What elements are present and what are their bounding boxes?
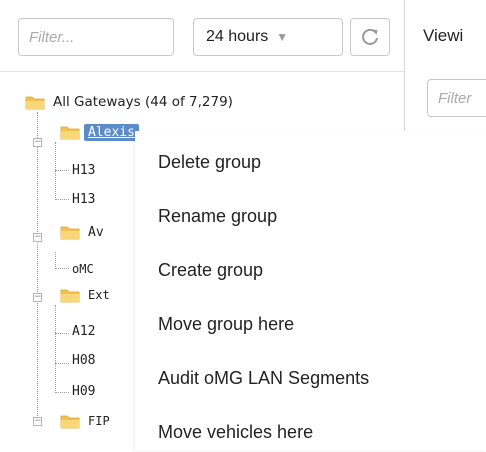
tree-connector — [55, 333, 69, 334]
tree-group-label: Alexis — [84, 123, 139, 141]
group-context-menu: Delete group Rename group Create group M… — [135, 131, 486, 451]
menu-item-move-group-here[interactable]: Move group here — [158, 304, 294, 344]
viewing-title: Viewi — [423, 26, 464, 45]
tree-vehicle-h09[interactable]: H09 — [72, 381, 95, 401]
tree-connector — [55, 305, 56, 393]
menu-item-delete-group[interactable]: Delete group — [158, 142, 261, 182]
toolbar-separator — [0, 71, 404, 72]
collapse-icon[interactable]: − — [33, 138, 42, 147]
tree-connector — [55, 142, 56, 200]
tree-vehicle-omc[interactable]: oMC — [72, 259, 94, 279]
tree-vehicle-label: H13 — [72, 191, 96, 207]
time-period-select[interactable]: 24 hours ▼ — [193, 18, 343, 56]
gateway-filter-input[interactable] — [18, 18, 174, 56]
collapse-icon[interactable]: − — [33, 293, 42, 302]
menu-item-rename-group[interactable]: Rename group — [158, 196, 277, 236]
menu-item-create-group[interactable]: Create group — [158, 250, 263, 290]
tree-vehicle-label: A12 — [72, 323, 96, 339]
tree-vehicle-label: H08 — [72, 352, 96, 368]
menu-item-audit-lan-segments[interactable]: Audit oMG LAN Segments — [158, 358, 369, 398]
tree-connector — [55, 268, 69, 269]
collapse-icon[interactable]: − — [33, 233, 42, 242]
tree-root-all-gateways[interactable]: All Gateways (44 of 7,279) — [25, 92, 233, 112]
time-period-value: 24 hours — [206, 28, 269, 45]
folder-open-icon — [25, 96, 45, 110]
refresh-button[interactable] — [350, 18, 390, 56]
tree-connector — [55, 170, 69, 171]
tree-group-label: Ext — [88, 288, 110, 302]
tree-vehicle-label: H13 — [72, 162, 96, 178]
tree-connector — [55, 252, 56, 269]
tree-vehicle-a12[interactable]: A12 — [72, 321, 95, 341]
tree-group-label: FIP — [88, 414, 110, 428]
refresh-icon — [362, 28, 378, 45]
tree-group-label: Av — [88, 224, 104, 240]
tree-vehicle-label: H09 — [72, 383, 96, 399]
tree-vehicle-label: oMC — [72, 262, 94, 276]
tree-group-alexis[interactable]: Alexis — [60, 122, 139, 142]
tree-group-ext[interactable]: Ext — [60, 285, 110, 305]
tree-group-fip[interactable]: FIP — [60, 411, 110, 431]
folder-open-icon — [60, 126, 80, 140]
menu-item-move-vehicles-here[interactable]: Move vehicles here — [158, 412, 313, 452]
tree-connector — [55, 363, 69, 364]
tree-connector — [37, 112, 38, 422]
tree-group-av[interactable]: Av — [60, 222, 104, 242]
tree-root-label: All Gateways (44 of 7,279) — [53, 94, 233, 110]
tree-connector — [55, 199, 69, 200]
tree-connector — [55, 392, 69, 393]
collapse-icon[interactable]: − — [33, 417, 42, 426]
folder-open-icon — [60, 289, 80, 303]
chevron-down-icon: ▼ — [276, 30, 289, 44]
tree-vehicle-h13-2[interactable]: H13 — [72, 189, 95, 209]
folder-open-icon — [60, 415, 80, 429]
vehicle-filter-input[interactable] — [427, 79, 486, 117]
folder-open-icon — [60, 226, 80, 240]
tree-vehicle-h08[interactable]: H08 — [72, 350, 95, 370]
tree-vehicle-h13-1[interactable]: H13 — [72, 160, 95, 180]
